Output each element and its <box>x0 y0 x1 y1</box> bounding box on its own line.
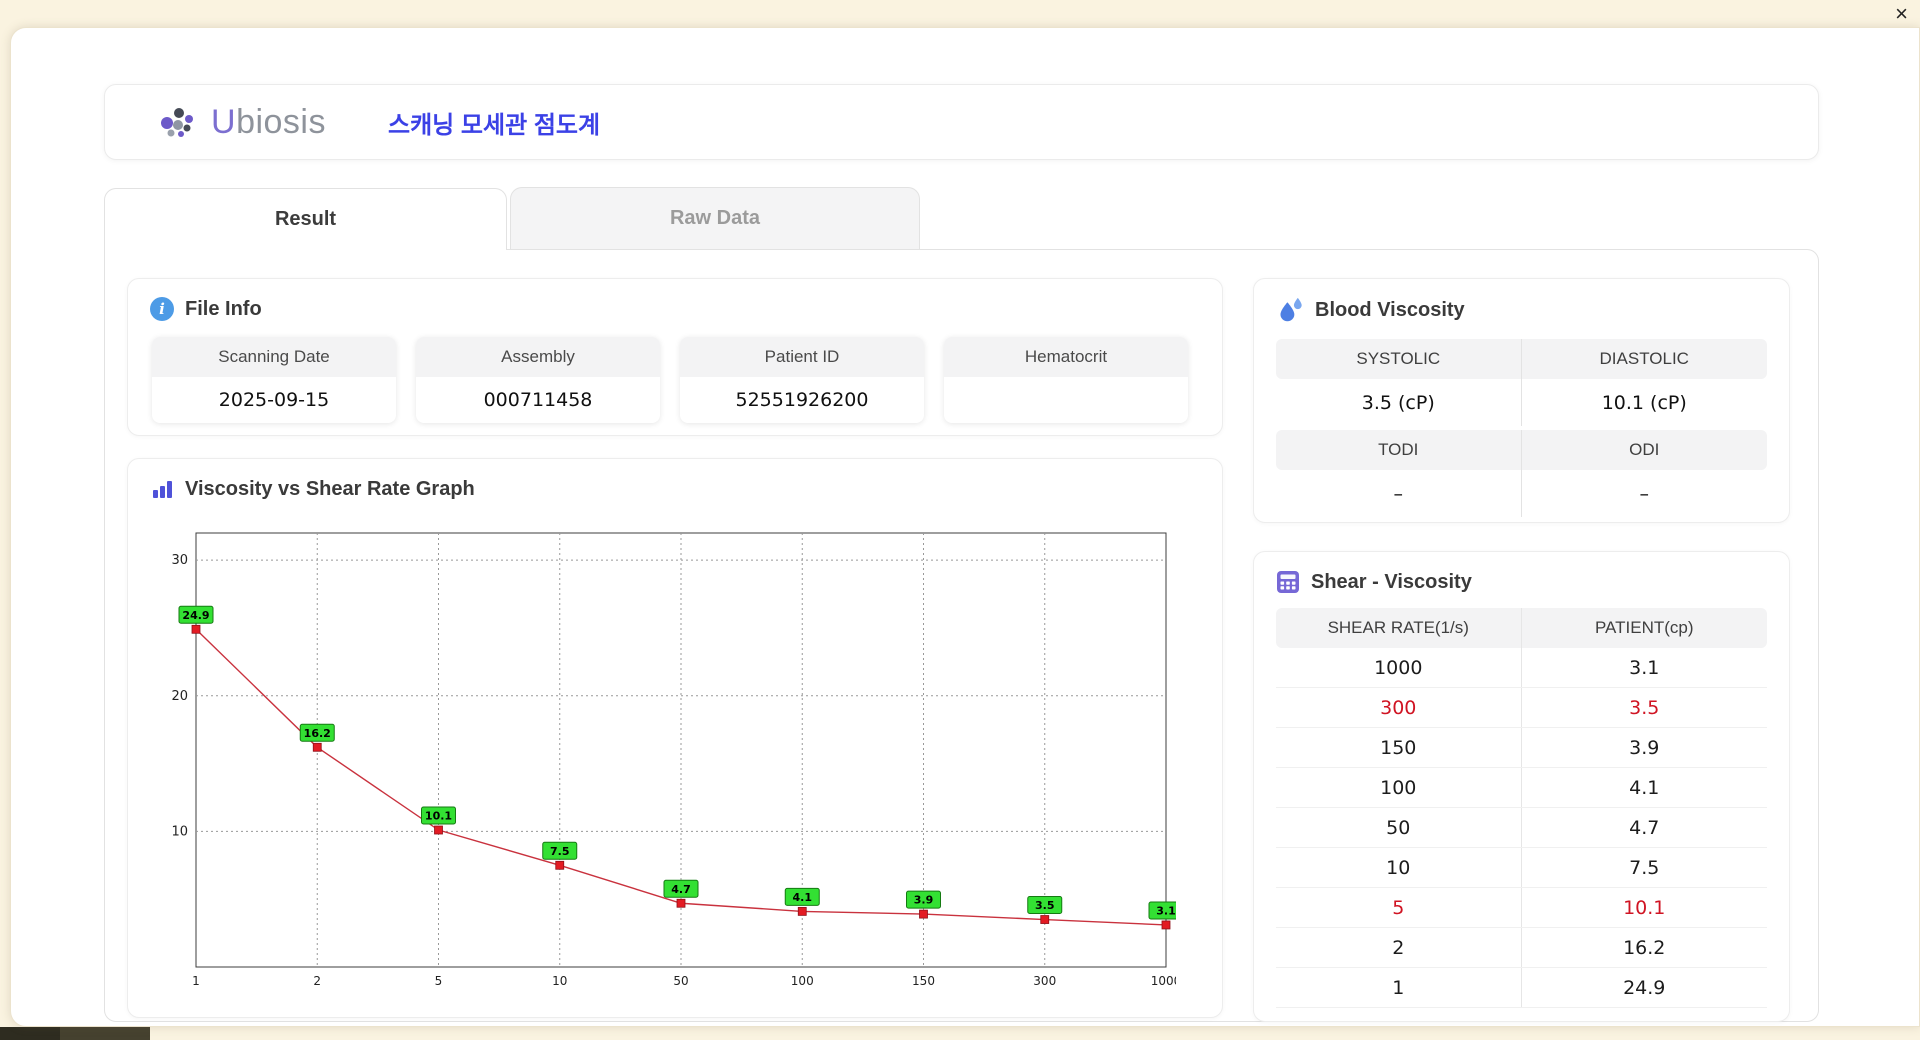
shear-viscosity-title: Shear - Viscosity <box>1311 570 1472 593</box>
table-header-row: SHEAR RATE(1/s) PATIENT(cp) <box>1276 608 1767 648</box>
shear-viscosity-table: SHEAR RATE(1/s) PATIENT(cp) 1000 3.1 300… <box>1276 608 1767 1008</box>
table-row: 10 7.5 <box>1276 848 1767 888</box>
table-row: 150 3.9 <box>1276 728 1767 768</box>
tab-bar: Result Raw Data <box>104 187 1819 250</box>
svg-text:4.1: 4.1 <box>793 891 813 904</box>
patient-id-field: Patient ID 52551926200 <box>680 337 924 423</box>
svg-text:4.7: 4.7 <box>671 883 691 896</box>
table-row: 300 3.5 <box>1276 688 1767 728</box>
ubiosis-logo-icon <box>161 108 193 137</box>
svg-text:1000: 1000 <box>1151 974 1176 988</box>
scanning-date-value: 2025-09-15 <box>218 389 330 411</box>
shear-rate-cell: 2 <box>1276 928 1522 967</box>
shear-rate-cell: 300 <box>1276 688 1522 727</box>
tab-result[interactable]: Result <box>104 188 507 250</box>
app-header: Ubiosis 스캐닝 모세관 점도계 <box>104 84 1819 160</box>
shear-rate-cell: 50 <box>1276 808 1522 847</box>
shear-rate-cell: 100 <box>1276 768 1522 807</box>
svg-text:16.2: 16.2 <box>304 727 331 740</box>
diastolic-label: DIASTOLIC <box>1521 339 1767 379</box>
svg-text:100: 100 <box>791 974 814 988</box>
svg-text:10: 10 <box>171 824 188 839</box>
table-row: 1000 3.1 <box>1276 648 1767 688</box>
patient-cell: 4.7 <box>1629 816 1660 839</box>
table-row: 2 16.2 <box>1276 928 1767 968</box>
svg-text:2: 2 <box>313 974 321 988</box>
patient-cell: 4.1 <box>1629 776 1660 799</box>
hematocrit-field: Hematocrit <box>944 337 1188 423</box>
assembly-value: 000711458 <box>483 389 593 411</box>
app-title: 스캐닝 모세관 점도계 <box>388 111 601 139</box>
ubiosis-logo: Ubiosis <box>157 101 326 143</box>
blood-viscosity-title: Blood Viscosity <box>1315 298 1465 321</box>
odi-label: ODI <box>1521 430 1767 470</box>
blood-viscosity-panel: Blood Viscosity SYSTOLIC DIASTOLIC 3.5 (… <box>1253 278 1790 523</box>
hematocrit-value <box>944 377 1188 423</box>
patient-cell: 16.2 <box>1623 936 1666 959</box>
patient-cell: 3.9 <box>1629 736 1660 759</box>
patient-id-label: Patient ID <box>680 337 924 377</box>
patient-cell: 3.1 <box>1629 656 1660 679</box>
svg-text:300: 300 <box>1033 974 1056 988</box>
systolic-label: SYSTOLIC <box>1276 339 1522 379</box>
scanning-date-label: Scanning Date <box>152 337 396 377</box>
patient-column-header: PATIENT(cp) <box>1521 608 1767 648</box>
table-row: 5 10.1 <box>1276 888 1767 928</box>
table-row: 100 4.1 <box>1276 768 1767 808</box>
info-icon: i <box>150 297 174 321</box>
shear-rate-cell: 5 <box>1276 888 1522 927</box>
svg-text:3.1: 3.1 <box>1156 904 1176 917</box>
desktop-wallpaper-dark <box>0 1027 60 1040</box>
svg-text:150: 150 <box>912 974 935 988</box>
assembly-label: Assembly <box>416 337 660 377</box>
file-info-title: File Info <box>185 297 262 320</box>
patient-cell: 7.5 <box>1629 856 1660 879</box>
svg-text:50: 50 <box>673 974 688 988</box>
shear-viscosity-panel: Shear - Viscosity SHEAR RATE(1/s) PATIEN… <box>1253 551 1790 1022</box>
table-row: 50 4.7 <box>1276 808 1767 848</box>
calculator-icon <box>1277 571 1299 593</box>
svg-text:1: 1 <box>192 974 200 988</box>
shear-rate-column-header: SHEAR RATE(1/s) <box>1276 608 1522 648</box>
svg-text:10: 10 <box>552 974 567 988</box>
todi-value: – <box>1276 470 1522 517</box>
table-row: 1 24.9 <box>1276 968 1767 1008</box>
droplet-icon <box>1280 297 1302 322</box>
graph-title: Viscosity vs Shear Rate Graph <box>185 477 475 500</box>
assembly-field: Assembly 000711458 <box>416 337 660 423</box>
todi-label: TODI <box>1276 430 1522 470</box>
viscosity-chart: 10 20 30 1 2 5 10 50 100 150 300 1000 24.9 16.2 10.1 7.… <box>171 532 1176 988</box>
file-info-panel: i File Info Scanning Date 2025-09-15 Ass… <box>127 278 1223 436</box>
result-content-panel: i File Info Scanning Date 2025-09-15 Ass… <box>104 249 1819 1022</box>
svg-text:5: 5 <box>435 974 443 988</box>
tab-raw-data[interactable]: Raw Data <box>510 187 920 249</box>
viscosity-graph-panel: Viscosity vs Shear Rate Graph 10 20 30 1 2 5 1… <box>127 458 1223 1018</box>
close-icon[interactable]: × <box>1895 0 1908 27</box>
patient-cell: 24.9 <box>1623 976 1666 999</box>
app-window: Ubiosis 스캐닝 모세관 점도계 Result Raw Data i Fi… <box>10 27 1920 1027</box>
patient-id-value: 52551926200 <box>735 389 869 411</box>
scanning-date-field: Scanning Date 2025-09-15 <box>152 337 396 423</box>
diastolic-value: 10.1 (cP) <box>1601 391 1687 414</box>
shear-rate-cell: 150 <box>1276 728 1522 767</box>
bar-chart-icon <box>153 481 172 498</box>
shear-rate-cell: 10 <box>1276 848 1522 887</box>
svg-text:30: 30 <box>171 553 188 568</box>
svg-text:24.9: 24.9 <box>182 609 209 622</box>
svg-text:3.5: 3.5 <box>1035 899 1055 912</box>
shear-rate-cell: 1 <box>1276 968 1522 1007</box>
odi-value: – <box>1639 482 1650 505</box>
svg-text:3.9: 3.9 <box>914 894 934 907</box>
svg-text:20: 20 <box>171 689 188 704</box>
patient-cell: 3.5 <box>1629 696 1660 719</box>
blood-viscosity-grid: SYSTOLIC DIASTOLIC 3.5 (cP) 10.1 (cP) TO… <box>1276 339 1767 517</box>
logo-text: Ubiosis <box>211 102 326 141</box>
hematocrit-label: Hematocrit <box>944 337 1188 377</box>
shear-rate-cell: 1000 <box>1276 648 1522 687</box>
svg-text:10.1: 10.1 <box>425 810 452 823</box>
systolic-value: 3.5 (cP) <box>1276 379 1522 426</box>
svg-text:7.5: 7.5 <box>550 845 570 858</box>
patient-cell: 10.1 <box>1623 896 1666 919</box>
